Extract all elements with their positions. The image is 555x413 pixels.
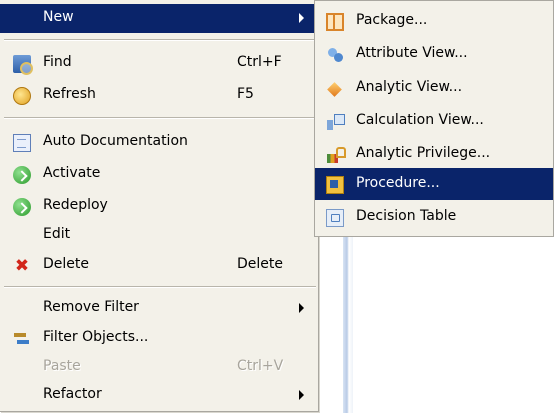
activate-icon — [13, 166, 31, 184]
menu-item-edit[interactable]: Edit — [0, 221, 318, 250]
menu-item-refresh[interactable]: Refresh F5 — [0, 81, 318, 110]
menu-item-activate[interactable]: Activate — [0, 160, 318, 189]
submenu-item-label: Procedure... — [356, 175, 440, 191]
menu-item-shortcut: F5 — [237, 86, 254, 102]
submenu-item-analytic-view[interactable]: Analytic View... — [315, 72, 553, 104]
submenu-item-label: Analytic View... — [356, 79, 463, 95]
submenu-item-label: Analytic Privilege... — [356, 145, 491, 161]
menu-item-label: New — [43, 9, 74, 25]
menu-item-label: Auto Documentation — [43, 133, 188, 149]
submenu-item-package[interactable]: Package... — [315, 5, 553, 37]
calculation-view-icon — [326, 113, 345, 131]
menu-item-label: Paste — [43, 358, 81, 374]
menu-item-find[interactable]: Find Ctrl+F — [0, 49, 318, 78]
delete-icon: ✖ — [14, 256, 30, 276]
menu-item-shortcut: Ctrl+V — [237, 358, 284, 374]
editor-divider — [343, 235, 353, 413]
new-submenu: Package... Attribute View... Analytic Vi… — [314, 0, 554, 237]
document-icon — [13, 134, 31, 152]
submenu-item-label: Decision Table — [356, 208, 457, 224]
menu-item-shortcut: Ctrl+F — [237, 54, 282, 70]
menu-item-label: Activate — [43, 165, 101, 181]
menu-item-label: Filter Objects... — [43, 329, 149, 345]
submenu-item-label: Attribute View... — [356, 45, 468, 61]
analytic-view-icon — [326, 80, 344, 98]
menu-item-label: Refactor — [43, 386, 102, 402]
redeploy-icon — [13, 198, 31, 216]
menu-item-new[interactable]: New — [0, 4, 318, 33]
find-icon — [13, 55, 33, 75]
attribute-view-icon — [326, 46, 344, 64]
refresh-icon — [13, 87, 31, 105]
submenu-item-procedure[interactable]: Procedure... — [315, 168, 553, 200]
submenu-item-label: Package... — [356, 12, 428, 28]
menu-separator — [4, 39, 316, 41]
menu-item-label: Refresh — [43, 86, 96, 102]
analytic-privilege-icon — [326, 146, 346, 164]
menu-item-label: Find — [43, 54, 72, 70]
submenu-arrow-icon — [299, 13, 304, 23]
submenu-arrow-icon — [299, 390, 304, 400]
menu-item-label: Edit — [43, 226, 71, 242]
menu-item-auto-documentation[interactable]: Auto Documentation — [0, 128, 318, 157]
submenu-item-calculation-view[interactable]: Calculation View... — [315, 105, 553, 137]
menu-separator — [4, 286, 316, 288]
decision-table-icon — [326, 209, 344, 227]
submenu-item-label: Calculation View... — [356, 112, 484, 128]
menu-separator — [4, 117, 316, 119]
submenu-item-attribute-view[interactable]: Attribute View... — [315, 38, 553, 70]
submenu-item-decision-table[interactable]: Decision Table — [315, 201, 553, 233]
menu-item-remove-filter[interactable]: Remove Filter — [0, 294, 318, 323]
filter-icon — [13, 330, 31, 348]
menu-item-delete[interactable]: ✖ Delete Delete — [0, 251, 318, 280]
context-menu: New Find Ctrl+F Refresh F5 Auto Document… — [0, 0, 319, 412]
menu-item-label: Remove Filter — [43, 299, 139, 315]
submenu-item-analytic-privilege[interactable]: Analytic Privilege... — [315, 138, 553, 170]
submenu-arrow-icon — [299, 303, 304, 313]
menu-item-label: Redeploy — [43, 197, 108, 213]
menu-item-shortcut: Delete — [237, 256, 283, 272]
menu-item-refactor[interactable]: Refactor — [0, 381, 318, 410]
menu-item-paste[interactable]: Paste Ctrl+V — [0, 353, 318, 382]
menu-item-redeploy[interactable]: Redeploy — [0, 192, 318, 221]
procedure-icon — [326, 176, 344, 194]
package-icon — [326, 13, 344, 31]
menu-item-label: Delete — [43, 256, 89, 272]
menu-item-filter-objects[interactable]: Filter Objects... — [0, 324, 318, 353]
